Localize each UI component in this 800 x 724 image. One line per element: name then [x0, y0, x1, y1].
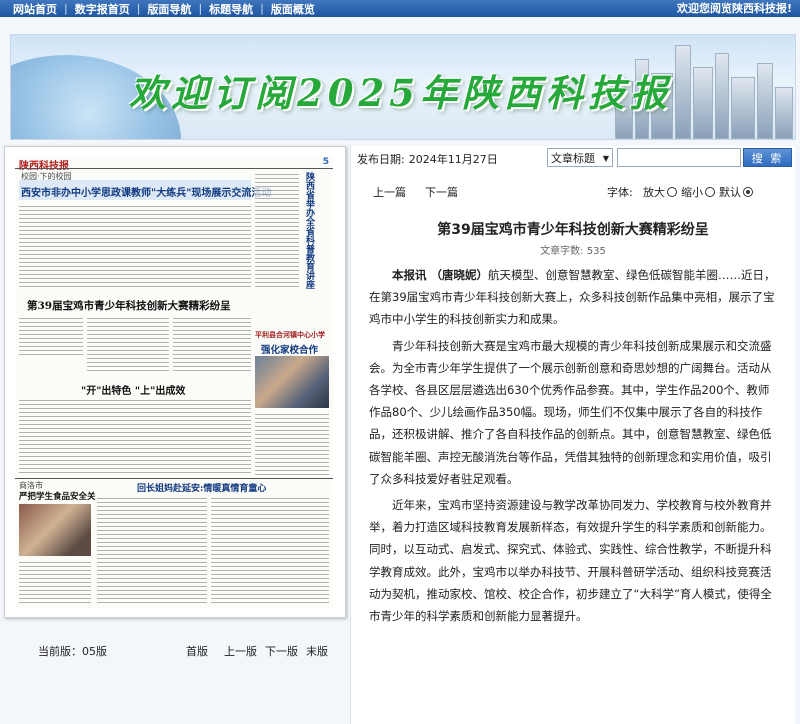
publish-date: 发布日期: 2024年11月27日 — [357, 151, 498, 167]
first-page-link[interactable]: 首版 — [186, 643, 208, 659]
current-page-label: 当前版：05版 — [38, 645, 107, 658]
article-hotspot-4[interactable]: 严把学生食品安全关 — [19, 490, 96, 502]
radio-icon — [705, 187, 715, 197]
welcome-text: 欢迎您阅览陕西科技报! — [676, 2, 792, 15]
nav-page-nav-link[interactable]: 版面导航 — [140, 1, 198, 17]
classroom-photo — [255, 356, 329, 408]
nav-home-link[interactable]: 网站首页 — [6, 1, 64, 17]
nav-title-nav-link[interactable]: 标题导航 — [202, 1, 260, 17]
prev-page-link[interactable]: 上一版 — [224, 643, 257, 659]
article-title: 第39届宝鸡市青少年科技创新大赛精彩纷呈 — [437, 222, 709, 238]
article-panel: 发布日期: 2024年11月27日 文章标题 ▼ 搜 索 上一篇 下一篇 字体: … — [350, 146, 795, 724]
newspaper-masthead: 陕西科技报 — [19, 161, 69, 172]
radio-icon — [667, 187, 677, 197]
word-count: 文章字数: 535 — [540, 246, 606, 257]
article-paragraph: 青少年科技创新大赛是宝鸡市最大规模的青少年科技创新成果展示和交流盛会。为全市青少… — [369, 338, 772, 486]
publish-date-value: 2024年11月27日 — [408, 153, 498, 166]
radio-selected-icon — [743, 187, 753, 197]
article-toolbar: 上一篇 下一篇 字体: 放大 缩小 默认 — [351, 184, 795, 200]
search-scope-value: 文章标题 — [551, 152, 595, 165]
prev-article-link[interactable]: 上一篇 — [373, 184, 406, 200]
nav-digital-paper-link[interactable]: 数字报首页 — [68, 1, 137, 17]
article-hotspot-5[interactable]: 回长姐妈赴延安:情暖真情育童心 — [137, 481, 266, 494]
newspaper-page: 陕西科技报 5 校园·下的校园 西安市非办中小学思政课教师"大练兵"现场展示交流… — [15, 156, 333, 608]
canteen-photo — [19, 504, 91, 556]
nav-page-overview-link[interactable]: 版面概览 — [264, 1, 322, 17]
article-hotspot-2[interactable]: 第39届宝鸡市青少年科技创新大赛精彩纷呈 — [27, 298, 231, 313]
font-default-label: 默认 — [719, 186, 741, 199]
banner-title: 欢迎订阅2025年陕西科技报 — [129, 71, 672, 115]
newspaper-page-image[interactable]: 陕西科技报 5 校园·下的校园 西安市非办中小学思政课教师"大练兵"现场展示交流… — [4, 146, 346, 618]
side-vertical-title[interactable]: 陕西省举办全省科普教育讲座 — [303, 172, 316, 289]
font-small-option[interactable]: 缩小 — [681, 184, 715, 200]
last-page-link[interactable]: 末版 — [306, 643, 328, 659]
next-article-link[interactable]: 下一篇 — [425, 184, 458, 200]
font-big-option[interactable]: 放大 — [643, 184, 677, 200]
top-nav-bar: 网站首页 | 数字报首页 | 版面导航 | 标题导航 | 版面概览 欢迎您阅览陕西科技报… — [0, 0, 800, 17]
newspaper-page-number: 5 — [322, 157, 329, 167]
top-nav-links: 网站首页 | 数字报首页 | 版面导航 | 标题导航 | 版面概览 — [6, 0, 322, 17]
publish-date-label: 发布日期: — [357, 153, 405, 166]
article-paragraph: 本报讯 （唐晓妮）航天模型、创意智慧教室、绿色低碳智能羊圈……近日，在第39届宝… — [369, 264, 779, 331]
article-hotspot-1[interactable]: 西安市非办中小学思政课教师"大练兵"现场展示交流活动 — [21, 184, 271, 199]
next-page-link[interactable]: 下一版 — [265, 643, 298, 659]
search-button[interactable]: 搜 索 — [743, 148, 792, 167]
article-body: 本报讯 （唐晓妮）航天模型、创意智慧教室、绿色低碳智能羊圈……近日，在第39届宝… — [369, 264, 779, 631]
article-paragraph: 近年来，宝鸡市坚持资源建设与教学改革协同发力、学校教育与校外教育并举，着力打造区… — [369, 498, 772, 624]
font-default-option[interactable]: 默认 — [719, 184, 753, 200]
article-hotspot-side[interactable]: 强化家校合作 — [261, 342, 318, 356]
font-size-label: 字体: — [607, 186, 633, 199]
font-small-label: 缩小 — [681, 186, 703, 199]
side-box-sub: 平利县合河镇中心小学 — [255, 330, 325, 339]
article-lead: 本报讯 （唐晓妮） — [392, 268, 489, 282]
chevron-down-icon: ▼ — [602, 154, 609, 163]
search-scope-select[interactable]: 文章标题 ▼ — [547, 148, 613, 167]
font-big-label: 放大 — [643, 186, 665, 199]
subscription-banner: 欢迎订阅2025年陕西科技报 — [10, 34, 796, 140]
article-hotspot-3[interactable]: "开"出特色 "上"出成效 — [81, 382, 185, 397]
search-input[interactable] — [617, 148, 741, 167]
